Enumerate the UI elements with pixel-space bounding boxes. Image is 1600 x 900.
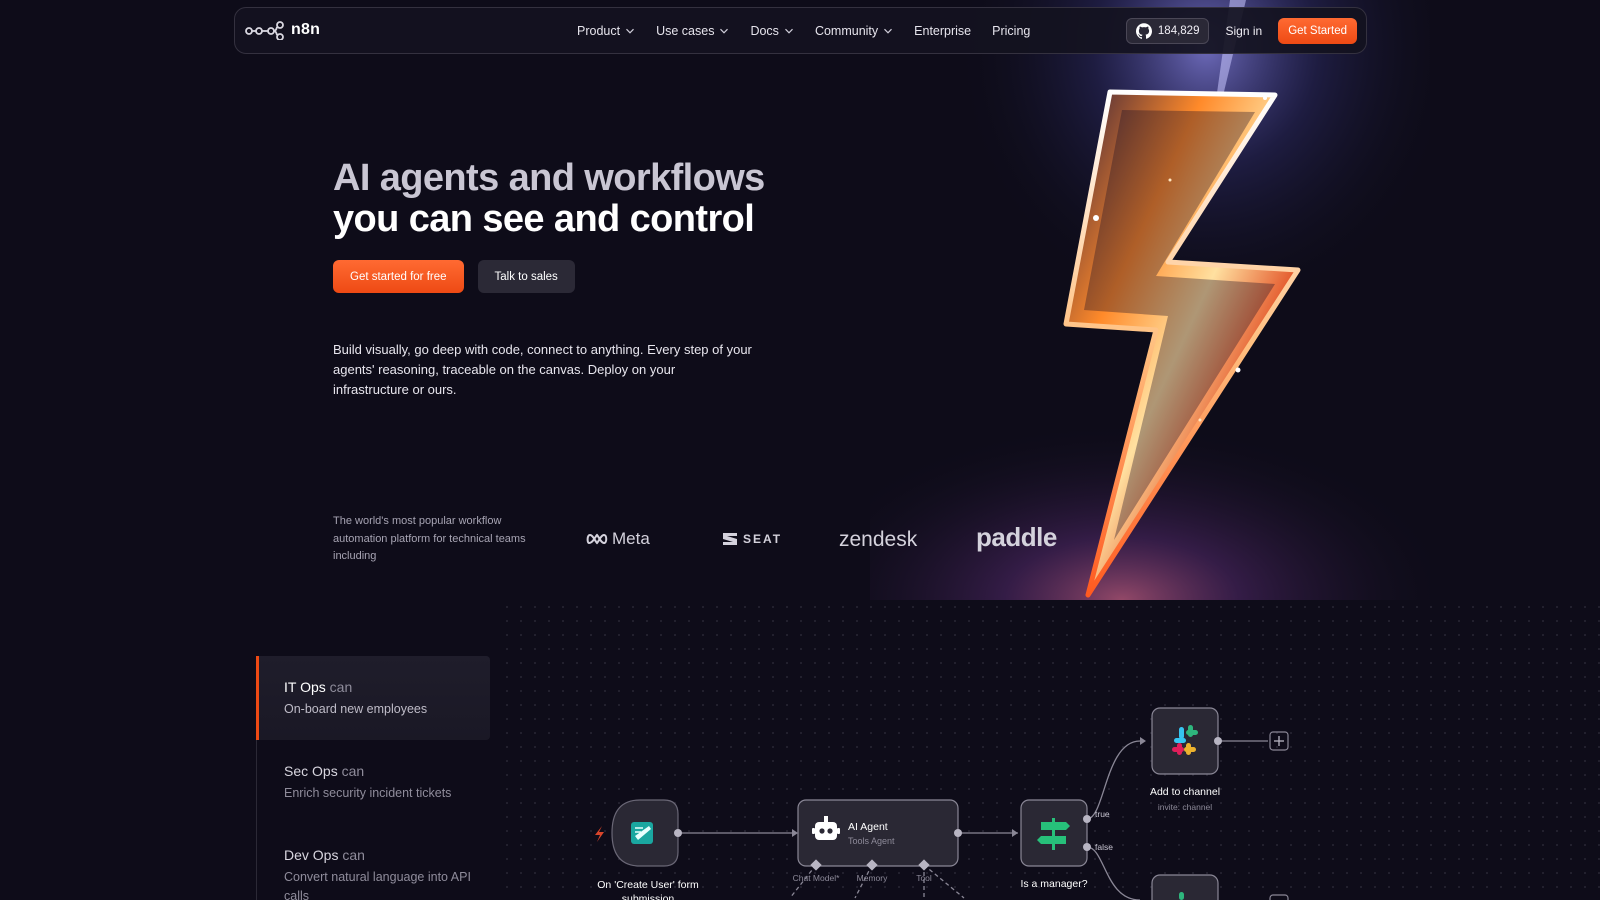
tab-description: Convert natural language into API calls (284, 870, 471, 900)
tab-description: On-board new employees (284, 702, 428, 716)
chevron-down-icon (720, 28, 729, 34)
workflow-graph (595, 707, 1289, 900)
trust-text: The world's most popular workflow automa… (333, 515, 526, 562)
agent-port-tool: Tool (916, 873, 932, 883)
agent-subtitle: Tools Agent (848, 836, 895, 846)
top-navbar: n8n Product Use cases Docs Community Ent… (234, 7, 1367, 54)
arrow-head (1140, 737, 1146, 745)
nav-community-label: Community (814, 23, 879, 38)
seat-s-icon (723, 533, 737, 545)
tab-can: can (341, 763, 365, 779)
add-node-button[interactable] (1269, 731, 1289, 751)
trigger-bolt-icon (595, 826, 604, 842)
nav-docs-label: Docs (750, 23, 779, 38)
hero-title: AI agents and workflows you can see and … (333, 158, 765, 240)
get-started-free-button[interactable]: Get started for free (333, 260, 464, 293)
tab-role: Sec Ops (284, 763, 338, 779)
condition-false-label: false (1095, 842, 1113, 852)
tab-role: IT Ops (284, 679, 326, 695)
slack-node-sub: invite: channel (1157, 802, 1213, 812)
logo-wordmark: n8n (291, 21, 321, 38)
ai-agent-node[interactable] (797, 799, 959, 867)
arrow-head (792, 829, 798, 837)
github-stars-count: 184,829 (1157, 25, 1200, 37)
nav-docs[interactable]: Docs (750, 24, 793, 38)
tab-title: Sec Ops can (284, 762, 490, 780)
nav-community[interactable]: Community (815, 24, 893, 38)
chevron-down-icon (626, 28, 635, 34)
arrow-head (1012, 829, 1018, 837)
agent-port-memory: Memory (856, 873, 888, 883)
zendesk-logo: zendesk (839, 528, 917, 552)
nav-use-cases[interactable]: Use cases (656, 24, 729, 38)
condition-true-label: true (1095, 809, 1110, 819)
tab-it-ops[interactable]: IT Ops can On-board new employees (256, 656, 490, 740)
nav-links: Product Use cases Docs Community Enterpr… (577, 8, 1051, 53)
add-node-button-secondary[interactable] (1269, 894, 1289, 900)
nav-product-label: Product (577, 23, 621, 38)
trigger-node-label: On 'Create User' form submission (597, 879, 699, 900)
paddle-logo: paddle (976, 522, 1057, 553)
tab-description: Enrich security incident tickets (284, 786, 452, 800)
slack-node-label: Add to channel (1149, 786, 1221, 798)
n8n-logo-icon (245, 21, 284, 40)
talk-to-sales-button[interactable]: Talk to sales (477, 260, 575, 293)
tab-can: can (329, 679, 353, 695)
chevron-down-icon (785, 28, 793, 34)
condition-node[interactable] (1020, 799, 1088, 867)
paddle-logo-text: paddle (976, 522, 1057, 552)
hero-buttons: Get started for free Talk to sales (333, 260, 575, 293)
nav-product[interactable]: Product (577, 24, 635, 38)
tab-can: can (342, 847, 365, 863)
sign-in-link[interactable]: Sign in (1225, 24, 1262, 38)
zendesk-logo-text: zendesk (839, 528, 918, 551)
slack-node-secondary[interactable] (1151, 874, 1219, 900)
hero-title-line-1: AI agents and workflows (333, 157, 765, 199)
tab-title: Dev Ops can (284, 846, 490, 864)
tab-dev-ops[interactable]: Dev Ops can Convert natural language int… (257, 824, 490, 900)
tab-role: Dev Ops (284, 847, 339, 863)
meta-logo: Meta (586, 529, 650, 549)
nav-pricing-label: Pricing (992, 23, 1031, 38)
tab-title: IT Ops can (284, 678, 490, 696)
github-stars-button[interactable]: 184,829 (1125, 18, 1210, 44)
nav-enterprise-label: Enterprise (914, 23, 972, 38)
get-started-button[interactable]: Get Started (1278, 18, 1357, 44)
meta-logo-text: Meta (612, 529, 650, 548)
hero-description: Build visually, go deep with code, conne… (333, 342, 752, 397)
hero-lightning-illustration (870, 0, 1430, 600)
chevron-down-icon (884, 28, 893, 34)
nav-use-cases-label: Use cases (656, 23, 715, 38)
hero-title-line-2: you can see and control (333, 198, 755, 240)
nav-pricing[interactable]: Pricing (992, 24, 1030, 38)
agent-title: AI Agent (848, 821, 888, 833)
seat-logo-text: SEAT (743, 532, 783, 546)
meta-infinity-icon (586, 533, 608, 545)
trigger-node[interactable] (611, 799, 679, 867)
role-tabs: IT Ops can On-board new employees Sec Op… (256, 656, 490, 900)
seat-logo: SEAT (721, 531, 782, 547)
customer-logos: Meta SEAT zendesk paddle (586, 520, 1066, 560)
tab-sec-ops[interactable]: Sec Ops can Enrich security incident tic… (257, 740, 490, 824)
nav-actions: 184,829 Sign in Get Started (1125, 18, 1357, 44)
github-icon (1135, 23, 1152, 39)
nav-enterprise[interactable]: Enterprise (914, 24, 971, 38)
condition-node-label: Is a manager? (1020, 878, 1088, 890)
n8n-logo[interactable]: n8n (245, 20, 320, 40)
agent-port-chat-model: Chat Model* (792, 873, 840, 883)
workflow-canvas: On 'Create User' form submission AI Agen… (500, 600, 1600, 900)
slack-node[interactable] (1151, 707, 1219, 775)
